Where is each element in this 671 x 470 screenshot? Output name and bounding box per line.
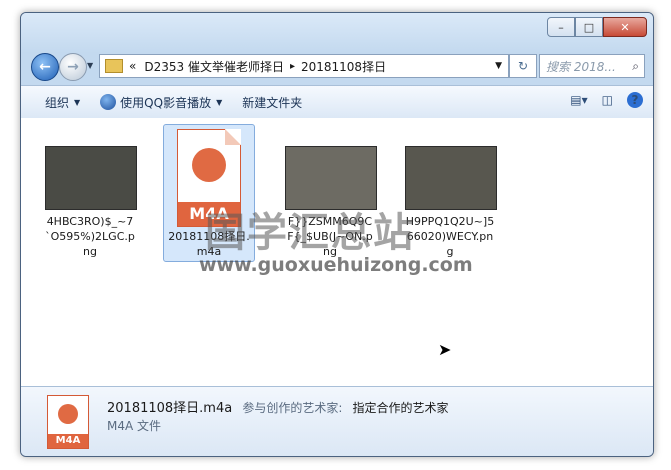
m4a-badge: M4A [48, 434, 88, 448]
new-folder-label: 新建文件夹 [242, 95, 303, 110]
folder-icon [105, 59, 123, 73]
file-list[interactable]: 4HBC3RO)$_~7`O595%)2LGC.png M4A 20181108… [21, 118, 653, 386]
qq-player-icon [100, 94, 117, 110]
organize-label: 组织 [45, 95, 70, 110]
details-filename: 20181108择日.m4a [107, 401, 233, 416]
details-pane: M4A 20181108择日.m4a 参与创作的艺术家: 指定合作的艺术家 M4… [21, 386, 653, 456]
breadcrumb-parent-folder[interactable]: D2353 催文举催老师择日 [144, 58, 284, 75]
file-item[interactable]: 4HBC3RO)$_~7`O595%)2LGC.png [45, 126, 137, 259]
details-filetype: M4A 文件 [107, 419, 162, 433]
file-name: 4HBC3RO)$_~7`O595%)2LGC.png [45, 215, 135, 258]
play-with-qq-menu[interactable]: 使用QQ影音播放 ▼ [90, 86, 232, 118]
new-folder-button[interactable]: 新建文件夹 [232, 86, 312, 118]
details-title-line: 20181108择日.m4a 参与创作的艺术家: 指定合作的艺术家 [107, 397, 449, 416]
close-button[interactable]: ✕ [603, 17, 647, 37]
film-reel-icon [192, 148, 226, 182]
command-bar: 组织 ▼ 使用QQ影音播放 ▼ 新建文件夹 ▤▾ ◫ ? [21, 85, 653, 119]
image-thumbnail [405, 146, 497, 210]
refresh-button[interactable]: ↻ [509, 54, 537, 78]
organize-menu[interactable]: 组织 ▼ [21, 86, 90, 118]
navigation-bar: ← → ▼ « D2353 催文举催老师择日 ▸ 20181108择日 ▼ ↻ … [21, 53, 653, 81]
mouse-cursor-icon: ➤ [438, 340, 452, 359]
preview-pane-icon[interactable]: ◫ [602, 93, 613, 107]
m4a-file-icon: M4A [47, 395, 89, 449]
chevron-down-icon: ▼ [216, 97, 223, 107]
file-name: H9PPQ1Q2U~]566020)WECY.png [405, 215, 495, 258]
maximize-button[interactable]: □ [575, 17, 603, 37]
breadcrumb-separator-icon[interactable]: ▸ [290, 61, 295, 72]
play-label: 使用QQ影音播放 [120, 95, 212, 110]
artist-value[interactable]: 指定合作的艺术家 [353, 401, 449, 415]
watermark-url: www.guoxuehuizong.com [199, 254, 473, 276]
search-icon[interactable]: ⌕ [632, 59, 639, 74]
address-bar[interactable]: « D2353 催文举催老师择日 ▸ 20181108择日 ▼ [99, 54, 509, 78]
search-input[interactable]: 搜索 2018... ⌕ [539, 54, 645, 78]
forward-button[interactable]: → [59, 53, 87, 81]
artist-label: 参与创作的艺术家: [242, 401, 343, 415]
explorer-window: – □ ✕ ← → ▼ « D2353 催文举催老师择日 ▸ 20181108择… [20, 12, 654, 457]
recent-pages-dropdown-icon[interactable]: ▼ [87, 61, 93, 70]
address-dropdown-icon[interactable]: ▼ [495, 61, 502, 71]
breadcrumb-current-folder[interactable]: 20181108择日 [301, 58, 386, 75]
back-button[interactable]: ← [31, 53, 59, 81]
minimize-button[interactable]: – [547, 17, 575, 37]
change-view-icon[interactable]: ▤▾ [570, 93, 587, 107]
search-placeholder: 搜索 2018... [546, 59, 616, 74]
view-controls: ▤▾ ◫ ? [556, 92, 643, 108]
chevron-down-icon: ▼ [74, 97, 81, 107]
film-reel-icon [58, 404, 78, 424]
address-overflow-chevron[interactable]: « [129, 59, 136, 73]
watermark-text: 国学汇总站 [205, 210, 415, 256]
window-controls: – □ ✕ [547, 17, 647, 37]
file-item[interactable]: H9PPQ1Q2U~]566020)WECY.png [405, 126, 497, 259]
page-fold-icon [225, 129, 241, 145]
title-bar: – □ ✕ [21, 13, 653, 53]
image-thumbnail [45, 146, 137, 210]
help-icon[interactable]: ? [627, 92, 643, 108]
